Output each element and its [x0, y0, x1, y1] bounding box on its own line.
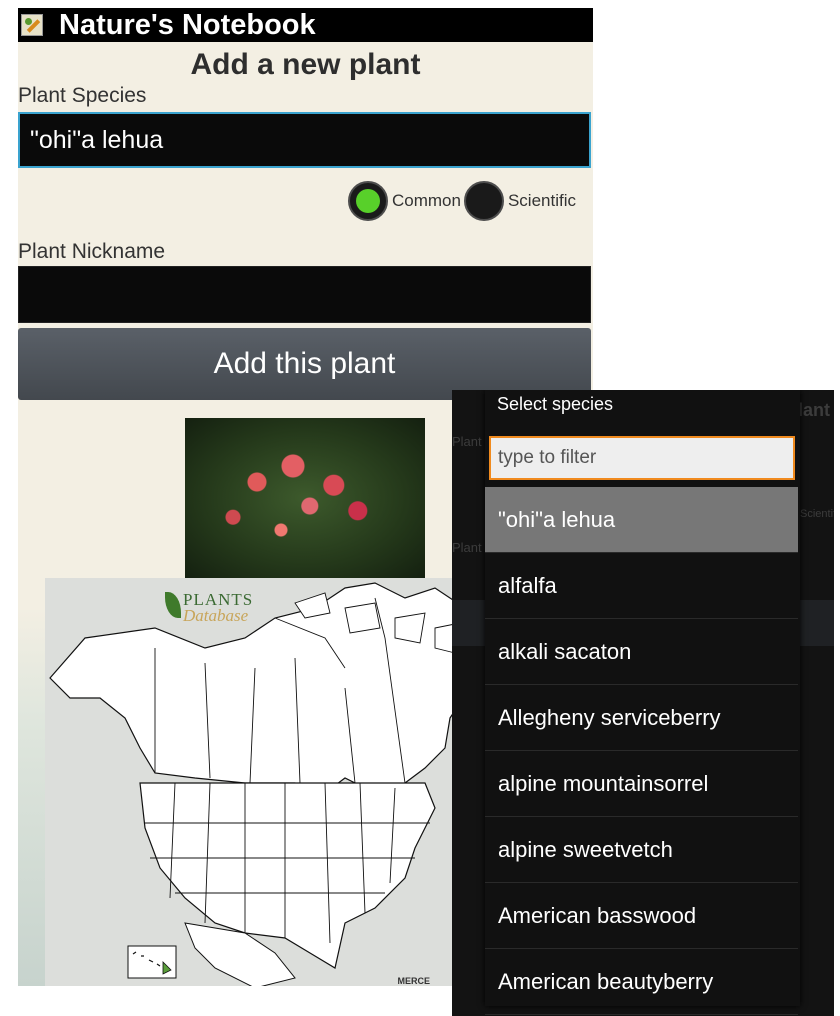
common-radio[interactable] — [348, 181, 388, 221]
scientific-radio-label: Scientific — [507, 191, 576, 210]
plant-nickname-label: Plant Nickname — [18, 240, 166, 263]
list-item[interactable]: alfalfa — [485, 553, 798, 619]
distribution-map: PLANTS Database MERCE — [45, 578, 480, 986]
name-type-radio-group: Common Scientific — [348, 178, 579, 224]
plant-species-value: "ohi"a lehua — [30, 125, 164, 154]
select-species-dialog: Select species "ohi"a lehua alfalfa alka… — [485, 390, 800, 1015]
title-bar: Nature's Notebook — [18, 8, 593, 42]
species-filter-input[interactable] — [489, 436, 795, 480]
list-item[interactable]: "ohi"a lehua — [485, 487, 798, 553]
scientific-radio[interactable] — [463, 181, 504, 221]
dialog-title: Select species — [497, 394, 614, 414]
common-radio-label: Common — [392, 191, 461, 210]
plant-nickname-field[interactable] — [18, 266, 591, 323]
list-item[interactable]: American beautyberry — [485, 949, 798, 1015]
app-title: Nature's Notebook — [59, 8, 316, 41]
map-projection-label: MERCE — [397, 976, 430, 986]
list-item[interactable]: alpine sweetvetch — [485, 817, 798, 883]
plant-photo — [185, 418, 425, 578]
radio-selected-dot — [356, 189, 380, 213]
north-america-map — [49, 582, 476, 986]
dimmed-radio-label: Scientific — [800, 508, 834, 520]
species-list: "ohi"a lehua alfalfa alkali sacaton Alle… — [485, 487, 798, 1015]
list-item[interactable]: Allegheny serviceberry — [485, 685, 798, 751]
species-picker-screen: Add a new plant Plant Species Scientific… — [452, 390, 834, 1016]
plant-species-field[interactable]: "ohi"a lehua — [18, 112, 591, 168]
plant-species-label: Plant Species — [18, 84, 147, 107]
list-item[interactable]: American basswood — [485, 883, 798, 949]
list-item[interactable]: alkali sacaton — [485, 619, 798, 685]
app-pencil-icon — [21, 14, 43, 36]
page-title: Add a new plant — [190, 48, 421, 81]
list-item[interactable]: alpine mountainsorrel — [485, 751, 798, 817]
